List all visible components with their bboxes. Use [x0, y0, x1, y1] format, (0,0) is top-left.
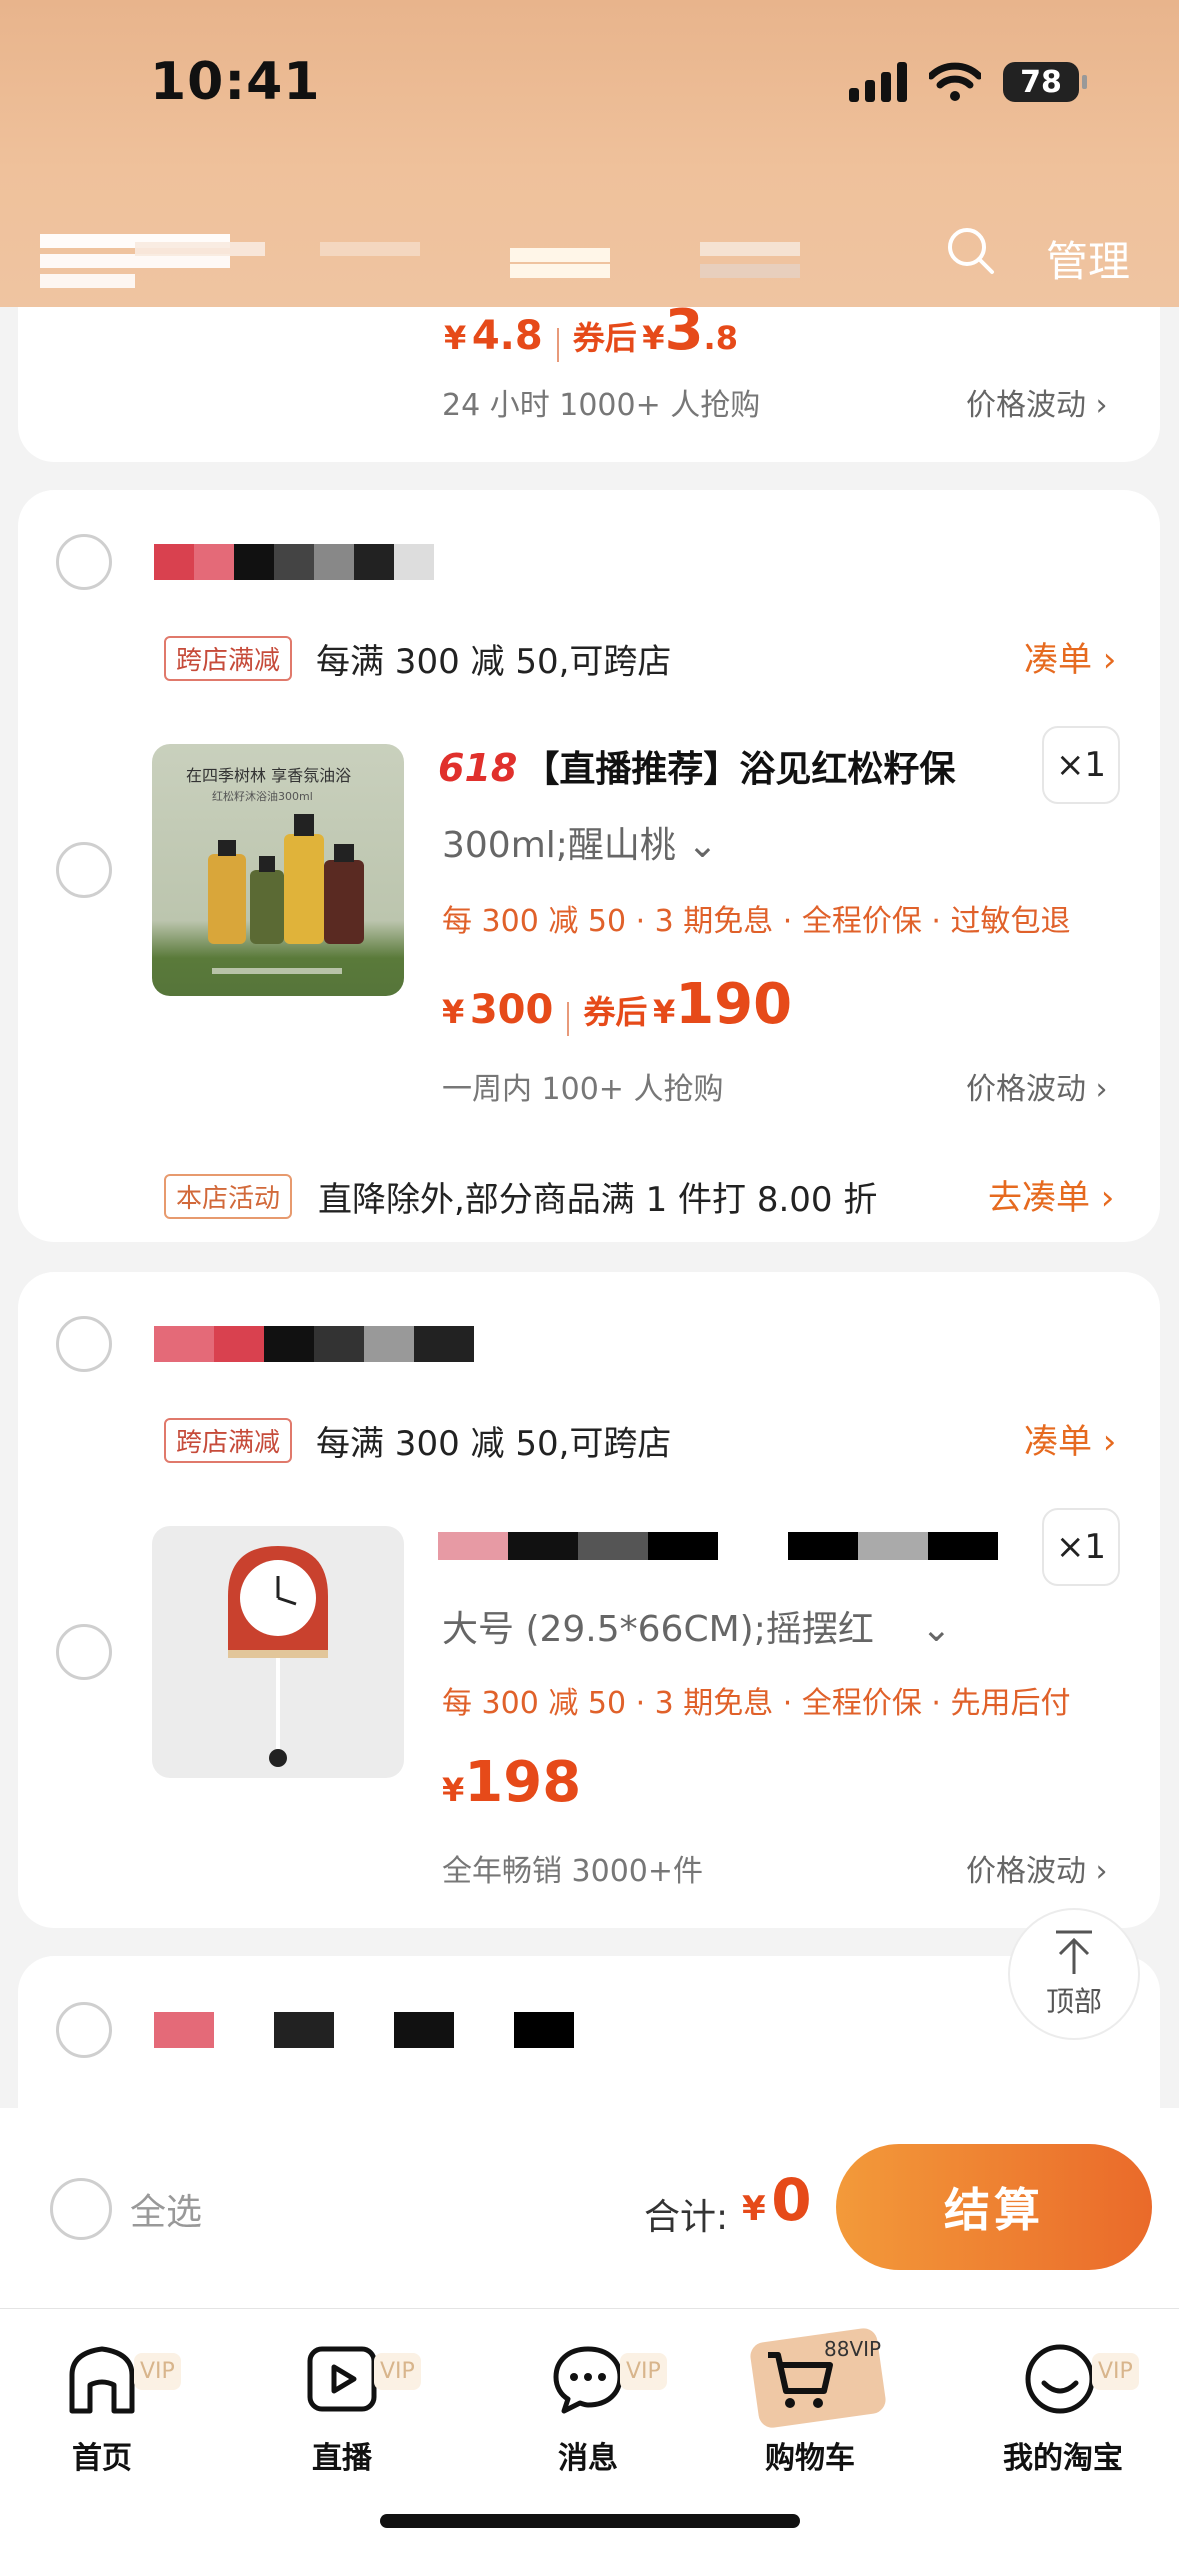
store-select-checkbox[interactable]: [56, 534, 112, 590]
sku-selector[interactable]: 300ml;醒山桃 ⌄: [442, 816, 718, 868]
tab-label: 直播: [312, 2441, 372, 2476]
select-all-label[interactable]: 全选: [130, 2183, 202, 2235]
item-price: ¥ 300 券后 ¥190: [442, 972, 793, 1037]
oil-bottles-illustration: [208, 814, 364, 974]
promo-text: 每满 300 减 50,可跨店: [316, 642, 672, 682]
total-amount: ¥ 0: [742, 2166, 812, 2234]
cart-store-card: 跨店满减 每满 300 减 50,可跨店 凑单 › ×1 大号 (29.5*66…: [18, 1272, 1160, 1928]
store-activity-text: 直降除外,部分商品满 1 件打 8.00 折: [318, 1180, 878, 1220]
item-select-checkbox[interactable]: [56, 1624, 112, 1680]
tab-messages[interactable]: VIP 消息: [500, 2329, 700, 2479]
tab-label: 我的淘宝: [1003, 2441, 1123, 2476]
store-name-redacted: [154, 1326, 474, 1362]
price-fluctuation-link[interactable]: 价格波动 ›: [966, 380, 1108, 424]
item-price: ¥ 4.8 券后 ¥3.8: [444, 298, 738, 363]
arrow-up-icon: [1056, 1930, 1092, 1974]
live-icon: [307, 2346, 377, 2412]
store-select-checkbox[interactable]: [56, 1316, 112, 1372]
checkout-bar: 全选 合计: ¥ 0 结算: [0, 2108, 1179, 2308]
sale-618-badge: 618: [438, 746, 518, 790]
quantity-button[interactable]: ×1: [1042, 726, 1120, 804]
chevron-down-icon: ⌄: [921, 1609, 952, 1650]
tab-live[interactable]: VIP 直播: [254, 2329, 454, 2479]
add-items-link[interactable]: 凑单 ›: [1024, 632, 1116, 681]
vip-badge: VIP: [134, 2353, 181, 2390]
back-to-top-label: 顶部: [1045, 1985, 1102, 2018]
store-name-redacted: [154, 544, 434, 580]
benefits-text: 每 300 减 50 · 3 期免息 · 全程价保 · 过敏包退: [442, 904, 1071, 939]
status-time: 10:41: [150, 52, 321, 112]
store-activity-tag: 本店活动: [164, 1174, 293, 1219]
checkout-button[interactable]: 结算: [836, 2144, 1152, 2270]
home-icon: [69, 2346, 135, 2414]
benefits-text: 每 300 减 50 · 3 期免息 · 全程价保 · 先用后付: [442, 1686, 1071, 1721]
status-icons: 78: [849, 62, 1087, 102]
sales-info: 全年畅销 3000+件: [442, 1854, 704, 1889]
product-image[interactable]: 在四季树林 享香氛油浴 红松籽沐浴油300ml: [152, 744, 404, 996]
message-icon: [553, 2346, 623, 2414]
vip-badge: VIP: [620, 2353, 667, 2390]
price-fluctuation-link[interactable]: 价格波动 ›: [966, 1846, 1108, 1890]
add-items-link[interactable]: 凑单 ›: [1024, 1414, 1116, 1463]
vip-badge: VIP: [1092, 2353, 1139, 2390]
store-select-checkbox[interactable]: [56, 2002, 112, 2058]
total-label: 合计:: [644, 2197, 729, 2238]
home-indicator: [380, 2514, 800, 2528]
tab-my-taobao[interactable]: VIP 我的淘宝: [972, 2329, 1172, 2479]
tab-home[interactable]: VIP 首页: [14, 2329, 214, 2479]
sales-info: 一周内 100+ 人抢购: [442, 1072, 724, 1107]
item-price: ¥198: [442, 1750, 582, 1815]
battery-icon: 78: [1003, 62, 1087, 102]
clock-illustration: [228, 1546, 328, 1767]
search-icon[interactable]: [946, 226, 996, 276]
store-name-redacted: [154, 2012, 574, 2048]
tab-cart[interactable]: 88VIP 购物车: [734, 2326, 934, 2479]
sales-info: 24 小时 1000+ 人抢购: [442, 388, 761, 423]
88vip-badge: 88VIP: [824, 2337, 882, 2361]
item-select-checkbox[interactable]: [56, 842, 112, 898]
price-fluctuation-link[interactable]: 价格波动 ›: [966, 1064, 1108, 1108]
manage-button[interactable]: 管理: [1046, 228, 1130, 289]
product-title-redacted[interactable]: [438, 1532, 998, 1560]
tab-label: 消息: [558, 2441, 618, 2476]
cross-store-discount-tag: 跨店满减: [164, 1418, 293, 1463]
quantity-button[interactable]: ×1: [1042, 1508, 1120, 1586]
sku-selector[interactable]: 大号 (29.5*66CM);摇摆红 ⌄: [442, 1600, 951, 1652]
back-to-top-button[interactable]: 顶部: [1008, 1908, 1140, 2040]
profile-icon: [1025, 2344, 1095, 2414]
go-add-items-link[interactable]: 去凑单 ›: [988, 1170, 1114, 1219]
signal-icon: [849, 62, 907, 102]
wifi-icon: [929, 62, 981, 101]
cart-store-card: 跨店满减 每满 300 减 50,可跨店 凑单 › 在四季树林 享香氛油浴 红松…: [18, 490, 1160, 1242]
top-header: 10:41 78 管理: [0, 0, 1179, 307]
product-title[interactable]: 618 【直播推荐】浴见红松籽保: [438, 740, 955, 792]
product-image[interactable]: [152, 1526, 404, 1778]
cross-store-discount-tag: 跨店满减: [164, 636, 293, 681]
tab-label: 首页: [72, 2441, 132, 2476]
vip-badge: VIP: [374, 2353, 421, 2390]
select-all-checkbox[interactable]: [50, 2178, 112, 2240]
store-name-redacted: [40, 228, 800, 288]
tab-label: 购物车: [765, 2441, 855, 2476]
promo-text: 每满 300 减 50,可跨店: [316, 1424, 672, 1464]
